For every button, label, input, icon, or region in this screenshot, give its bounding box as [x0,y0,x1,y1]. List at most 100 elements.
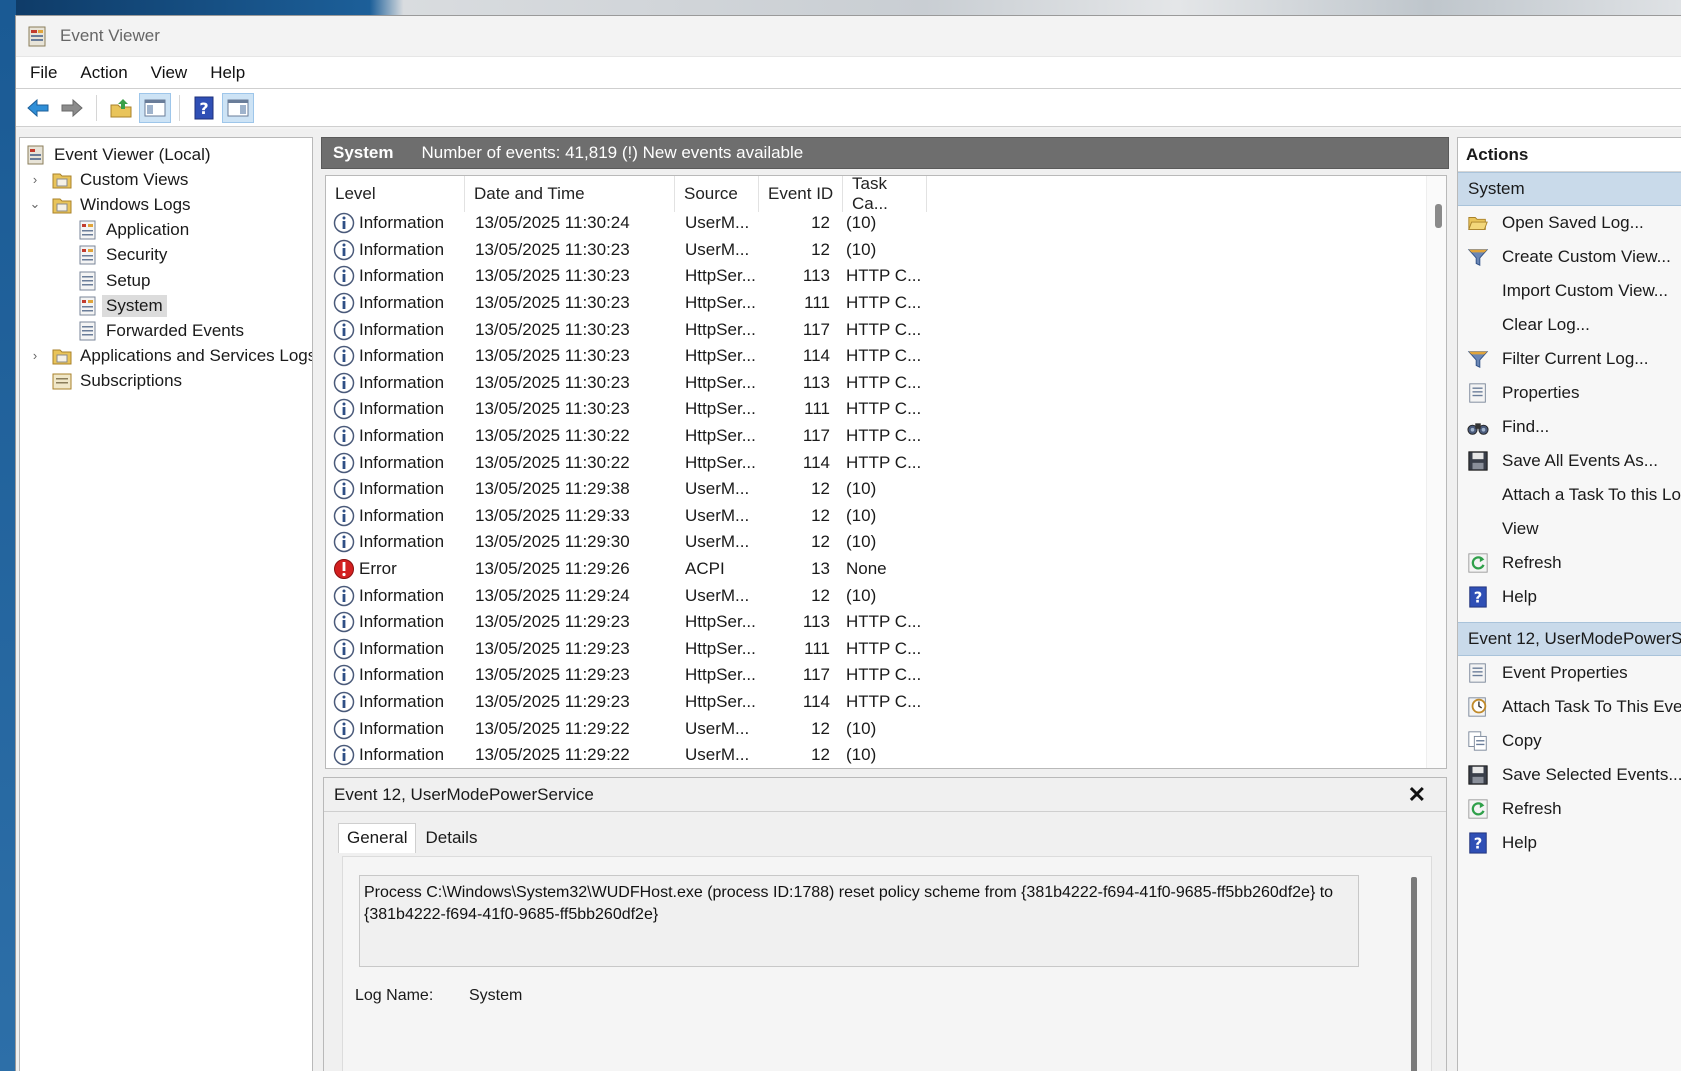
cell-event-id: 12 [811,532,830,552]
action-copy[interactable]: Copy [1458,724,1681,758]
menu-file[interactable]: File [30,63,57,83]
cell-event-id: 13 [811,559,830,579]
column-event-id[interactable]: Event ID [759,176,843,212]
table-row[interactable]: Information 13/05/2025 11:30:23 HttpSer...… [326,396,922,423]
information-icon [333,425,355,447]
folder-icon [52,170,72,190]
table-row[interactable]: Information 13/05/2025 11:30:23 HttpSer...… [326,316,922,343]
tree-item-label: Event Viewer (Local) [54,144,211,164]
cell-task-category: (10) [846,505,877,525]
table-row[interactable]: Information 13/05/2025 11:30:24 UserM... 12… [326,210,922,237]
action-create-custom-view[interactable]: Create Custom View... [1458,240,1681,274]
cell-source: UserM... [685,532,750,552]
forward-button[interactable] [56,93,88,123]
tree-item-system[interactable]: System [78,293,167,318]
grid-scrollbar-track[interactable] [1426,176,1446,768]
tree-item-security[interactable]: Security [78,243,171,268]
action-attach-task-to-this-event[interactable]: Attach Task To This Event... [1458,690,1681,724]
details-scrollbar[interactable] [1411,877,1417,1071]
table-row[interactable]: Information 13/05/2025 11:29:30 UserM... 12… [326,529,922,556]
table-row[interactable]: Information 13/05/2025 11:30:23 HttpSer...… [326,263,922,290]
information-icon [333,398,355,420]
tree-item-windows-logs[interactable]: Windows Logs [52,192,195,217]
information-icon [333,265,355,287]
table-row[interactable]: Information 13/05/2025 11:29:22 UserM... 12… [326,742,922,768]
grid-scrollbar-thumb[interactable] [1435,204,1442,228]
table-row[interactable]: Information 13/05/2025 11:29:33 UserM... 12… [326,503,922,530]
action-view[interactable]: View [1458,512,1681,546]
cell-date-time: 13/05/2025 11:29:23 [475,612,630,632]
column-source[interactable]: Source [675,176,759,212]
event-details-title: Event 12, UserModePowerService [324,778,1446,812]
actions-section-event[interactable]: Event 12, UserModePowerService [1458,622,1681,656]
menu-action[interactable]: Action [80,63,127,83]
actions-section-system[interactable]: System [1458,172,1681,206]
chevron-right-icon[interactable]: › [28,172,42,187]
up-folder-button[interactable] [105,93,137,123]
tree-item-subscriptions[interactable]: Subscriptions [52,369,186,394]
chevron-right-icon[interactable]: › [28,348,42,363]
table-row[interactable]: Information 13/05/2025 11:30:23 UserM... 12… [326,237,922,264]
show-hide-action-pane-button[interactable] [222,92,254,123]
table-row[interactable]: Information 13/05/2025 11:29:24 UserM... 12… [326,582,922,609]
tab-general[interactable]: General [338,823,417,853]
action-refresh[interactable]: Refresh [1458,792,1681,826]
events-grid[interactable]: Level Date and Time Source Event ID Task… [325,175,1447,769]
column-level[interactable]: Level [326,176,465,212]
column-task-category[interactable]: Task Ca... [843,176,927,213]
action-open-saved-log[interactable]: Open Saved Log... [1458,206,1681,240]
information-icon [333,585,355,607]
actions-pane: Actions System Open Saved Log... Create Cu… [1457,137,1681,1071]
level-text: Information [359,505,445,525]
tree-item-custom-views[interactable]: Custom Views [52,167,192,192]
cell-source: UserM... [685,479,750,499]
menu-view[interactable]: View [151,63,188,83]
action-event-properties[interactable]: Event Properties [1458,656,1681,690]
level-text: Information [359,399,445,419]
action-attach-a-task-to-this-log[interactable]: Attach a Task To this Log... [1458,478,1681,512]
table-row[interactable]: Information 13/05/2025 11:29:23 HttpSer...… [326,636,922,663]
table-row[interactable]: Information 13/05/2025 11:30:22 HttpSer...… [326,423,922,450]
action-save-selected-events[interactable]: Save Selected Events... [1458,758,1681,792]
table-row[interactable]: Information 13/05/2025 11:30:23 HttpSer...… [326,343,922,370]
show-hide-console-tree-button[interactable] [139,92,171,123]
table-row[interactable]: Information 13/05/2025 11:30:23 HttpSer...… [326,370,922,397]
action-refresh[interactable]: Refresh [1458,546,1681,580]
tree-item-forwarded-events[interactable]: Forwarded Events [78,318,248,343]
tree-item-applications-and-services-logs[interactable]: Applications and Services Logs [52,344,312,369]
title-bar[interactable]: Event Viewer [16,16,1681,56]
level-text: Information [359,319,445,339]
action-clear-log[interactable]: Clear Log... [1458,308,1681,342]
action-save-all-events-as[interactable]: Save All Events As... [1458,444,1681,478]
tree-item-setup[interactable]: Setup [78,268,154,293]
table-row[interactable]: Information 13/05/2025 11:29:22 UserM... 12… [326,715,922,742]
log-event-count[interactable]: Number of events: 41,819 (!) New events … [421,143,803,163]
column-date-time[interactable]: Date and Time [465,176,675,212]
event-description[interactable]: Process C:\Windows\System32\WUDFHost.exe… [359,875,1359,967]
table-row[interactable]: Information 13/05/2025 11:29:23 HttpSer...… [326,662,922,689]
tree-item-event-viewer-local[interactable]: Event Viewer (Local) [26,142,215,167]
table-row[interactable]: Error 13/05/2025 11:29:26 ACPI 13 None [326,556,922,583]
action-help[interactable]: ? Help [1458,580,1681,614]
close-details-button[interactable]: ✕ [1408,782,1426,808]
table-row[interactable]: Information 13/05/2025 11:30:23 HttpSer...… [326,290,922,317]
table-row[interactable]: Information 13/05/2025 11:29:23 HttpSer...… [326,609,922,636]
action-properties[interactable]: Properties [1458,376,1681,410]
menu-help[interactable]: Help [210,63,245,83]
cell-level: Information [326,505,465,527]
help-button[interactable]: ? [188,93,220,123]
tab-details[interactable]: Details [416,823,486,853]
table-row[interactable]: Information 13/05/2025 11:30:22 HttpSer...… [326,449,922,476]
action-help[interactable]: ? Help [1458,826,1681,860]
action-find[interactable]: Find... [1458,410,1681,444]
chevron-down-icon[interactable]: ⌄ [28,196,42,211]
table-row[interactable]: Information 13/05/2025 11:29:38 UserM... 12… [326,476,922,503]
action-import-custom-view[interactable]: Import Custom View... [1458,274,1681,308]
help-icon: ? [194,96,214,119]
table-row[interactable]: Information 13/05/2025 11:29:23 HttpSer...… [326,689,922,716]
back-button[interactable] [22,93,54,123]
information-icon [333,319,355,341]
action-filter-current-log[interactable]: Filter Current Log... [1458,342,1681,376]
actions-title: Actions [1458,138,1681,172]
tree-item-application[interactable]: Application [78,218,193,243]
